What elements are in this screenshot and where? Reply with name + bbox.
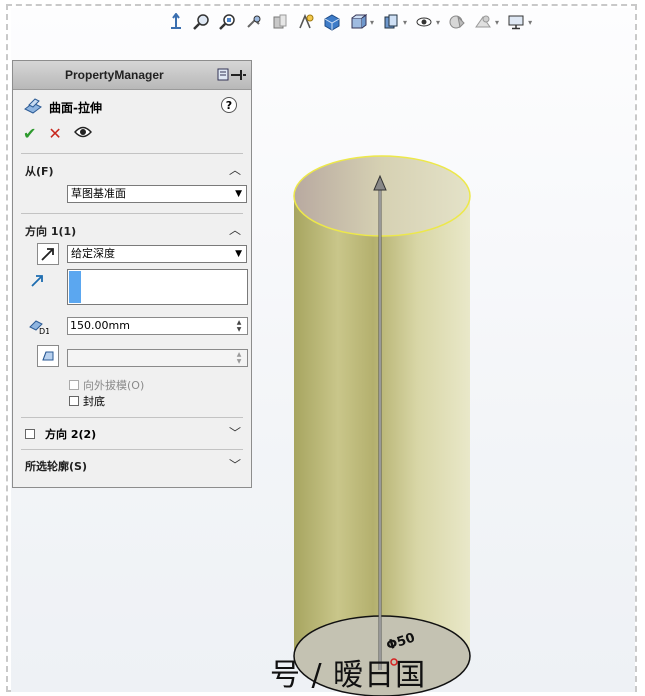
view-settings-icon[interactable] xyxy=(472,11,494,33)
display-style-dropdown-icon[interactable]: ▾ xyxy=(370,18,374,27)
zoom-to-fit-icon[interactable] xyxy=(191,11,213,33)
depth-input[interactable]: 150.00mm ▲ ▼ xyxy=(67,317,248,335)
draft-toggle-button[interactable] xyxy=(37,345,59,367)
pin-icon[interactable] xyxy=(217,67,247,83)
view-orientation-icon[interactable] xyxy=(165,11,187,33)
scene-dropdown-icon[interactable]: ▾ xyxy=(495,18,499,27)
watermark-text: 号 / 暧日国 xyxy=(270,658,427,693)
direction2-section-title: 方向 2(2) xyxy=(45,428,97,441)
feature-header: 曲面-拉伸 ? xyxy=(23,97,243,117)
divider xyxy=(21,213,243,214)
end-condition-select[interactable]: 给定深度 ▼ xyxy=(67,245,247,263)
direction-reference-list[interactable] xyxy=(67,269,248,305)
reverse-direction-button[interactable] xyxy=(37,243,59,265)
cancel-button[interactable]: ✕ xyxy=(48,125,61,143)
checkbox-box[interactable] xyxy=(69,396,79,406)
checkbox-box[interactable] xyxy=(69,380,79,390)
extruded-surface-preview[interactable]: Φ50 xyxy=(280,150,490,696)
from-section-title[interactable]: 从(F) xyxy=(25,163,54,179)
display-style-icon[interactable] xyxy=(347,11,369,33)
monitor-dropdown-icon[interactable]: ▾ xyxy=(528,18,532,27)
start-condition-value: 草图基准面 xyxy=(71,187,126,200)
chevron-down-icon: ▼ xyxy=(235,249,242,259)
previous-view-icon[interactable] xyxy=(243,11,265,33)
chevron-down-icon[interactable]: ﹀ xyxy=(229,424,241,441)
draft-angle-input[interactable]: ▲ ▼ xyxy=(67,349,248,367)
ok-button[interactable]: ✔ xyxy=(23,125,36,143)
hide-show-items-icon[interactable] xyxy=(380,11,402,33)
chevron-up-icon[interactable]: ︿ xyxy=(229,161,241,178)
zoom-area-icon[interactable] xyxy=(217,11,239,33)
cap-end-label: 封底 xyxy=(83,395,105,408)
heads-up-toolbar: ▾ ▾ ▾ ▾ ▾ xyxy=(165,10,534,34)
section-view-icon[interactable] xyxy=(269,11,291,33)
surface-extrude-icon xyxy=(23,97,43,118)
help-button[interactable]: ? xyxy=(221,97,237,113)
cylinder-top-face xyxy=(293,155,471,237)
chevron-up-icon[interactable]: ︿ xyxy=(229,221,241,238)
depth-value: 150.00mm xyxy=(70,319,130,332)
start-condition-select[interactable]: 草图基准面 ▼ xyxy=(67,185,247,203)
property-manager-title: PropertyManager xyxy=(65,68,164,82)
direction2-checkbox[interactable]: 方向 2(2) xyxy=(25,426,96,442)
edit-appearance-icon[interactable] xyxy=(413,11,435,33)
feature-name: 曲面-拉伸 xyxy=(49,101,102,115)
dynamic-annotation-icon[interactable] xyxy=(295,11,317,33)
divider xyxy=(21,449,243,450)
preview-eye-icon[interactable] xyxy=(73,125,92,143)
draft-outward-label: 向外拔模(O) xyxy=(83,379,145,392)
depth-icon: D1 xyxy=(27,315,50,338)
cap-end-checkbox[interactable]: 封底 xyxy=(69,393,105,409)
end-condition-value: 给定深度 xyxy=(71,247,115,260)
hide-show-dropdown-icon[interactable]: ▾ xyxy=(403,18,407,27)
property-manager-header: PropertyManager xyxy=(13,61,251,90)
action-buttons: ✔ ✕ xyxy=(23,125,92,143)
appearance-dropdown-icon[interactable]: ▾ xyxy=(436,18,440,27)
draft-outward-checkbox[interactable]: 向外拔模(O) xyxy=(69,377,144,393)
divider xyxy=(21,153,243,154)
property-manager-panel: PropertyManager 曲面-拉伸 ? ✔ ✕ 从(F) ︿ 草图基准面… xyxy=(12,60,252,488)
view-cube-icon[interactable] xyxy=(321,11,343,33)
display-monitor-icon[interactable] xyxy=(505,11,527,33)
divider xyxy=(21,417,243,418)
active-selection-indicator xyxy=(69,271,81,303)
spin-arrows-icon[interactable]: ▲ ▼ xyxy=(232,351,246,365)
chevron-down-icon: ▼ xyxy=(235,189,242,199)
spin-arrows-icon[interactable]: ▲ ▼ xyxy=(232,319,246,333)
cylinder-body xyxy=(294,196,470,656)
direction1-section-title[interactable]: 方向 1(1) xyxy=(25,223,76,239)
chevron-down-icon[interactable]: ﹀ xyxy=(229,456,241,473)
svg-text:D1: D1 xyxy=(39,327,49,335)
direction-vector-icon[interactable] xyxy=(29,273,45,292)
selected-contours-title[interactable]: 所选轮廓(S) xyxy=(25,458,87,474)
apply-scene-icon[interactable] xyxy=(446,11,468,33)
checkbox-box[interactable] xyxy=(25,429,35,439)
